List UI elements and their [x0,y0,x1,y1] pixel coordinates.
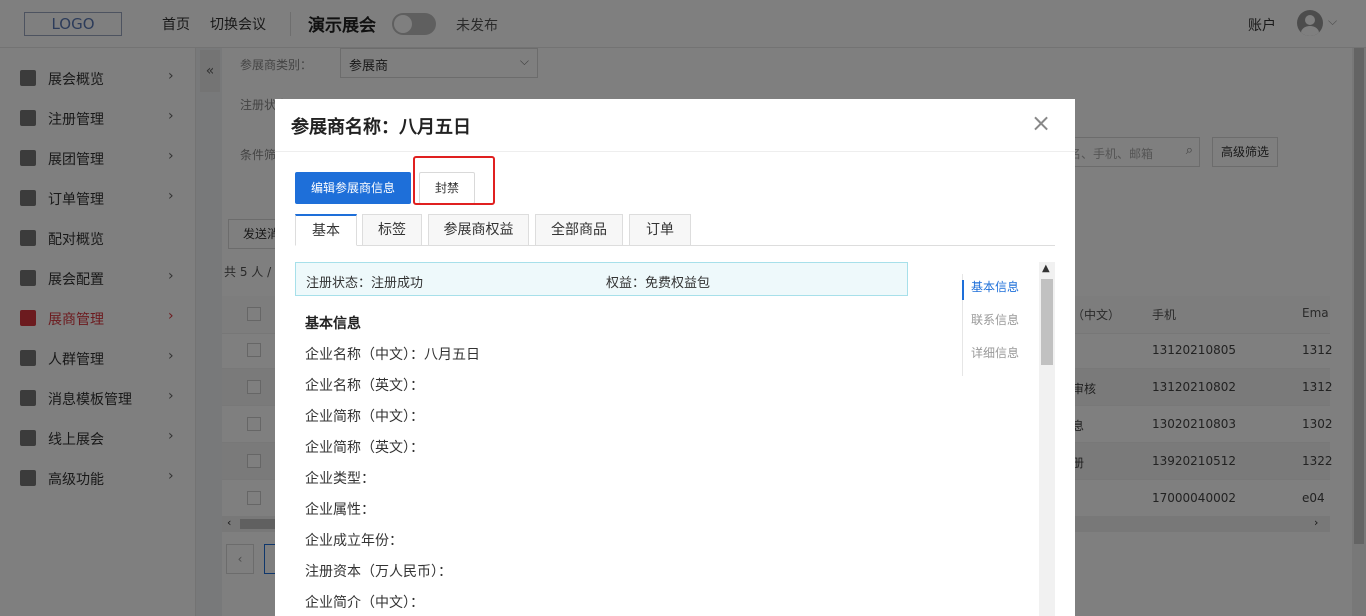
tab-all-products[interactable]: 全部商品 [535,214,623,246]
anchor-active-indicator [962,280,964,300]
registration-status: 注册状态：注册成功 [306,276,424,291]
anchor-navigation: 基本信息 联系信息 详细信息 [962,274,1042,376]
highlight-annotation-box [413,156,495,205]
edit-exhibitor-button[interactable]: 编辑参展商信息 [295,172,411,204]
field-founded-year: 企业成立年份： [305,533,403,549]
tab-exhibitor-rights[interactable]: 参展商权益 [428,214,529,246]
close-icon[interactable]: × [1031,109,1051,137]
modal-vertical-scrollbar[interactable]: ▲ [1039,262,1055,616]
scroll-up-icon[interactable]: ▲ [1042,263,1050,274]
anchor-contact-info[interactable]: 联系信息 [971,311,1019,328]
field-short-name-cn: 企业简称（中文）： [305,409,424,425]
tab-orders[interactable]: 订单 [629,214,691,246]
rights-info: 权益：免费权益包 [606,276,711,291]
field-company-intro-cn: 企业简介（中文）： [305,595,424,611]
field-company-attribute: 企业属性： [305,502,375,518]
anchor-basic-info[interactable]: 基本信息 [971,278,1019,295]
section-title-basic-info: 基本信息 [305,316,361,332]
modal-title: 参展商名称：八月五日 [291,117,471,138]
status-info-bar: 注册状态：注册成功 权益：免费权益包 [295,262,908,296]
modal-divider [275,151,1075,152]
field-registered-capital: 注册资本（万人民币）： [305,564,452,580]
field-company-type: 企业类型： [305,471,375,487]
field-short-name-en: 企业简称（英文）： [305,440,424,456]
tab-basic[interactable]: 基本 [295,214,357,246]
field-company-name-en: 企业名称（英文）： [305,378,424,394]
tab-tags[interactable]: 标签 [362,214,422,246]
detail-tabs: 基本 标签 参展商权益 全部商品 订单 [295,214,1055,246]
field-company-name-cn: 企业名称（中文）：八月五日 [305,347,480,363]
scrollbar-thumb[interactable] [1041,279,1053,365]
exhibitor-detail-modal: 参展商名称：八月五日 × 编辑参展商信息 封禁 基本 标签 参展商权益 全部商品… [275,99,1075,616]
anchor-detail-info[interactable]: 详细信息 [971,344,1019,361]
